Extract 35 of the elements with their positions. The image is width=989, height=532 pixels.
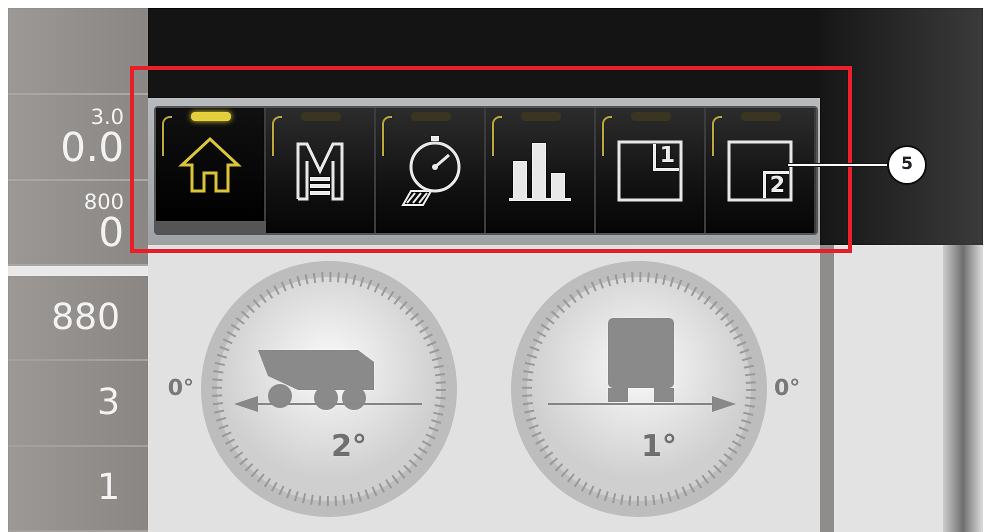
toolbar-tab[interactable]	[486, 108, 596, 233]
toolbar-tab[interactable]	[376, 108, 486, 233]
arrow-icon	[234, 396, 422, 412]
reading-value: 1	[97, 466, 120, 510]
corner-mark	[492, 116, 502, 156]
toolbar-tab[interactable]	[156, 108, 266, 221]
tilt-value: 2°	[330, 428, 368, 466]
machine-icon	[608, 318, 674, 402]
reading-value: 0.0	[60, 128, 124, 168]
reading-value: 3	[97, 380, 120, 425]
tilt-value: 1°	[640, 428, 678, 466]
corner-mark	[712, 116, 722, 156]
reading-value: 880	[51, 296, 120, 340]
window-icon	[727, 140, 793, 202]
reading-label: 800	[84, 192, 124, 213]
toolbar-tab[interactable]	[266, 108, 376, 233]
memory-icon	[295, 140, 345, 200]
angle-label: 0°	[774, 375, 800, 403]
bar-chart-icon	[507, 140, 573, 200]
dump-truck-icon	[258, 350, 374, 410]
corner-mark	[602, 116, 612, 156]
corner-mark	[272, 116, 282, 156]
corner-mark	[382, 116, 392, 156]
indicator-light	[190, 112, 231, 121]
arrow-icon	[548, 396, 736, 412]
reading-value: 0	[98, 212, 124, 253]
window-number: 1	[652, 144, 679, 170]
corner-mark	[162, 116, 172, 156]
window-number: 2	[762, 170, 789, 198]
angle-label: 0°	[168, 375, 194, 403]
toolbar-tab[interactable]: 1	[596, 108, 706, 233]
toolbar-tab[interactable]: 2	[706, 108, 816, 233]
window-icon	[617, 140, 683, 202]
home-icon	[178, 134, 242, 194]
reading-label: 3.0	[90, 106, 124, 128]
